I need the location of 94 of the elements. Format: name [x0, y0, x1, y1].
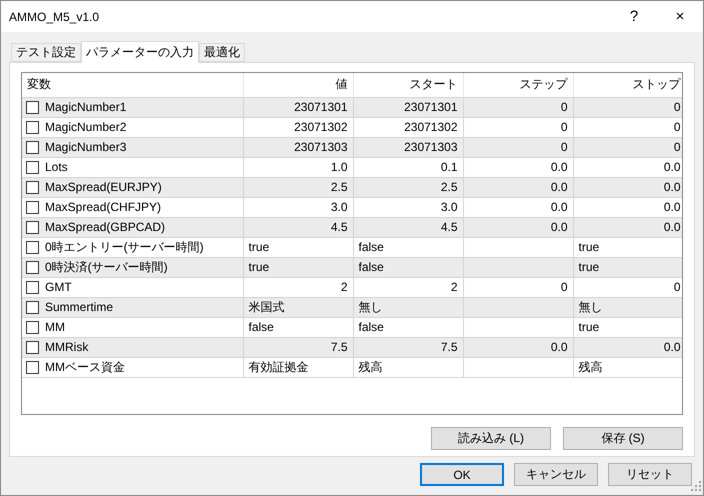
table-cell: 0.0	[463, 337, 573, 357]
table-cell: 2.5	[243, 177, 353, 197]
table-cell: 7.5	[353, 337, 463, 357]
resize-grip-icon[interactable]	[691, 481, 701, 491]
table-cell: 0	[573, 137, 682, 157]
table-cell: 0.0	[573, 337, 682, 357]
tab[interactable]: 最適化	[199, 43, 245, 62]
checkbox[interactable]	[26, 100, 39, 114]
checkbox[interactable]	[26, 320, 39, 334]
variable-name: MagicNumber3	[45, 140, 126, 154]
table-cell: 有効証拠金	[243, 357, 353, 377]
column-header[interactable]: ストップ	[573, 73, 682, 97]
variable-name: MM	[45, 320, 65, 334]
table-cell: false	[353, 317, 463, 337]
table-cell: false	[243, 317, 353, 337]
table-cell: 残高	[353, 357, 463, 377]
table-cell: false	[353, 257, 463, 277]
table-cell: 0.0	[463, 157, 573, 177]
table-cell: 7.5	[243, 337, 353, 357]
table-cell: false	[353, 237, 463, 257]
table-cell: 残高	[573, 357, 682, 377]
variable-name: MagicNumber1	[45, 100, 126, 114]
variable-name: MaxSpread(GBPCAD)	[45, 220, 166, 234]
checkbox[interactable]	[26, 300, 39, 314]
variable-name: 0時決済(サーバー時間)	[45, 258, 168, 276]
table-cell: 無し	[353, 297, 463, 317]
checkbox[interactable]	[26, 360, 39, 374]
table-cell: 23071302	[243, 117, 353, 137]
table-cell: 2.5	[353, 177, 463, 197]
variable-name: MMRisk	[45, 340, 88, 354]
table-cell: true	[573, 257, 682, 277]
table-cell: true	[573, 317, 682, 337]
table-cell: 3.0	[353, 197, 463, 217]
table-cell: true	[243, 257, 353, 277]
table-cell: 0.0	[573, 157, 682, 177]
column-header[interactable]: ステップ	[463, 73, 573, 97]
table-cell: 0	[573, 277, 682, 297]
table-cell: 0	[463, 97, 573, 117]
column-header[interactable]: 変数	[22, 73, 243, 97]
checkbox[interactable]	[26, 340, 39, 354]
checkbox[interactable]	[26, 160, 39, 174]
table-cell: 23071301	[243, 97, 353, 117]
window-title: AMMO_M5_v1.0	[9, 10, 100, 24]
variable-name: MagicNumber2	[45, 120, 126, 134]
table-cell: 無し	[573, 297, 682, 317]
table-cell: 0	[463, 117, 573, 137]
table-cell: 23071302	[353, 117, 463, 137]
variable-name: 0時エントリー(サーバー時間)	[45, 238, 204, 256]
load-button[interactable]: 読み込み (L)	[431, 427, 551, 450]
table-cell: 0.0	[463, 197, 573, 217]
table-cell: 23071303	[353, 137, 463, 157]
table-cell: 0	[463, 277, 573, 297]
table-cell: 3.0	[243, 197, 353, 217]
table-cell: 0.0	[573, 217, 682, 237]
checkbox[interactable]	[26, 120, 39, 134]
variable-name: Summertime	[45, 300, 114, 314]
checkbox[interactable]	[26, 140, 39, 154]
table-cell: 0.1	[353, 157, 463, 177]
table-cell: 0	[573, 97, 682, 117]
variable-name: MMベース資金	[45, 358, 125, 376]
table-cell: 0	[463, 137, 573, 157]
ok-button[interactable]: OK	[420, 463, 504, 486]
column-header[interactable]: スタート	[353, 73, 463, 97]
table-cell: 23071303	[243, 137, 353, 157]
table-cell: 0.0	[463, 217, 573, 237]
checkbox[interactable]	[26, 240, 39, 254]
tab[interactable]: テスト設定	[11, 43, 81, 62]
checkbox[interactable]	[26, 200, 39, 214]
table-cell: 0	[573, 117, 682, 137]
variable-name: GMT	[45, 280, 72, 294]
table-cell: 2	[353, 277, 463, 297]
table-cell: 1.0	[243, 157, 353, 177]
table-cell: 23071301	[353, 97, 463, 117]
checkbox[interactable]	[26, 220, 39, 234]
table-cell: 米国式	[243, 297, 353, 317]
table-cell: 0.0	[573, 197, 682, 217]
table-cell: 0.0	[463, 177, 573, 197]
table-cell: 4.5	[353, 217, 463, 237]
variable-name: Lots	[45, 160, 68, 174]
reset-button[interactable]: リセット	[608, 463, 692, 486]
checkbox[interactable]	[26, 280, 39, 294]
column-header[interactable]: 値	[243, 73, 353, 97]
save-button[interactable]: 保存 (S)	[563, 427, 683, 450]
table-cell: 2	[243, 277, 353, 297]
cancel-button[interactable]: キャンセル	[514, 463, 598, 486]
table-cell: true	[243, 237, 353, 257]
table-cell: true	[573, 237, 682, 257]
variable-name: MaxSpread(EURJPY)	[45, 180, 162, 194]
table-cell: 0.0	[573, 177, 682, 197]
checkbox[interactable]	[26, 260, 39, 274]
table-cell: 4.5	[243, 217, 353, 237]
variable-name: MaxSpread(CHFJPY)	[45, 200, 162, 214]
tab[interactable]: パラメーターの入力	[81, 41, 199, 63]
checkbox[interactable]	[26, 180, 39, 194]
